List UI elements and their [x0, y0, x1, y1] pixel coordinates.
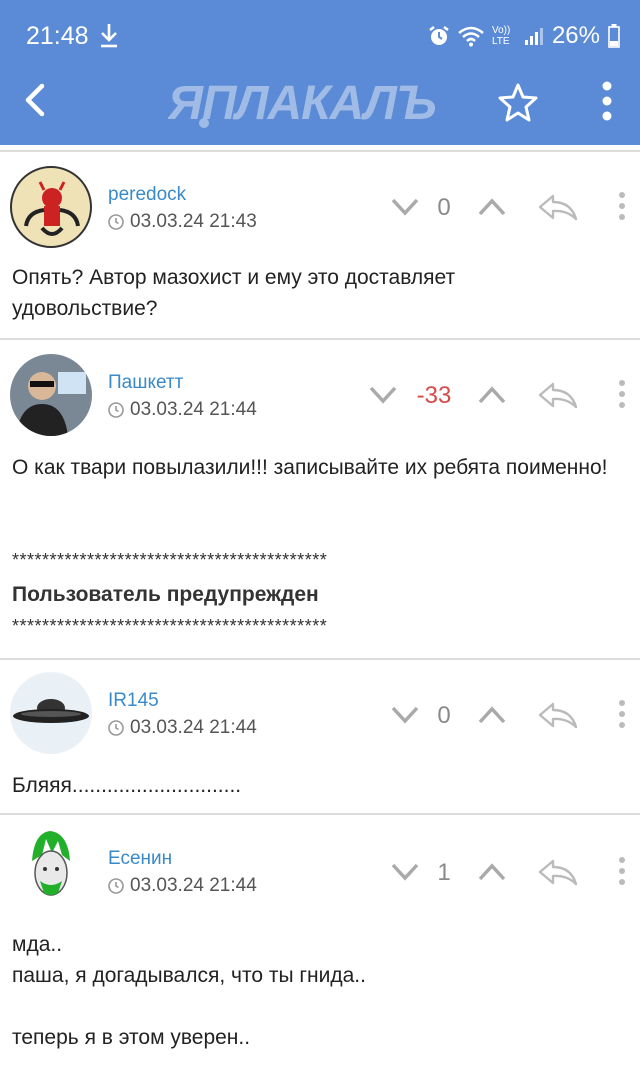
- mohawk-avatar-image: [32, 831, 70, 896]
- stars-divider: ****************************************…: [12, 550, 328, 570]
- vote-score: -33: [416, 382, 452, 409]
- post-menu-icon[interactable]: [617, 699, 627, 729]
- battery-percent: 26%: [551, 22, 600, 49]
- devil-avatar-image: [24, 181, 80, 236]
- post-text: мда.. паша, я догадывался, что ты гнида.…: [12, 933, 366, 1049]
- avatar[interactable]: [10, 354, 92, 436]
- clock-icon: [108, 402, 124, 418]
- lte-indicator: Vo)) LTE: [491, 25, 511, 47]
- status-time: 21:48: [26, 22, 89, 50]
- comment-post: peredock 03.03.24 21:43 0 Опять? Автор м…: [0, 150, 640, 340]
- avatar[interactable]: [10, 166, 92, 248]
- post-date: 03.03.24 21:44: [130, 399, 257, 420]
- user-warning: Пользователь предупрежден: [12, 583, 319, 606]
- username[interactable]: Пашкетт: [108, 372, 183, 394]
- vote-up-icon[interactable]: [477, 861, 507, 883]
- site-logo[interactable]: ЯПЛАКАЛЪ: [168, 73, 473, 129]
- post-timestamp: 03.03.24 21:44: [108, 399, 257, 421]
- username[interactable]: Есенин: [108, 848, 172, 870]
- comment-post: Пашкетт 03.03.24 21:44 -33 О как твари п…: [0, 338, 640, 660]
- post-text: Опять? Автор мазохист и ему это доставля…: [12, 266, 456, 320]
- alarm-icon: [429, 26, 449, 45]
- username[interactable]: IR145: [108, 690, 159, 712]
- avatar[interactable]: [10, 672, 92, 754]
- post-menu-icon[interactable]: [617, 856, 627, 886]
- clock-icon: [108, 720, 124, 736]
- stars-divider: ****************************************…: [12, 616, 328, 636]
- comment-post: Есенин 03.03.24 21:44 1 мда.. паша, я до…: [0, 813, 640, 1072]
- post-timestamp: 03.03.24 21:43: [108, 211, 257, 233]
- comment-post: IR145 03.03.24 21:44 0 Бляяя............…: [0, 658, 640, 815]
- vote-score: 1: [437, 859, 451, 886]
- post-date: 03.03.24 21:44: [130, 717, 257, 738]
- favorite-star-icon[interactable]: [497, 82, 539, 122]
- post-timestamp: 03.03.24 21:44: [108, 875, 257, 897]
- reply-icon[interactable]: [537, 192, 579, 222]
- reply-icon[interactable]: [537, 380, 579, 410]
- post-menu-icon[interactable]: [617, 191, 627, 221]
- avatar[interactable]: [10, 827, 92, 909]
- post-timestamp: 03.03.24 21:44: [108, 717, 257, 739]
- post-date: 03.03.24 21:44: [130, 875, 257, 896]
- download-icon: [101, 24, 117, 48]
- clock-icon: [108, 878, 124, 894]
- post-date: 03.03.24 21:43: [130, 211, 257, 232]
- ufo-avatar-image: [13, 699, 89, 723]
- vote-up-icon[interactable]: [477, 196, 507, 218]
- signal-icon: [524, 28, 543, 45]
- back-arrow-icon[interactable]: [18, 80, 48, 120]
- post-text: О как твари повылазили!!! записывайте их…: [12, 456, 608, 479]
- vote-down-icon[interactable]: [368, 384, 398, 406]
- clock-icon: [108, 214, 124, 230]
- wifi-icon: [458, 26, 484, 47]
- vote-score: 0: [437, 194, 451, 221]
- post-menu-icon[interactable]: [617, 379, 627, 409]
- username[interactable]: peredock: [108, 184, 186, 206]
- status-bar: 21:48 Vo)) LTE 26%: [0, 0, 640, 70]
- reply-icon[interactable]: [537, 700, 579, 730]
- overflow-menu-icon[interactable]: [600, 80, 614, 122]
- man-avatar-image: [16, 372, 86, 436]
- vote-score: 0: [437, 702, 451, 729]
- battery-icon: [608, 24, 620, 48]
- post-text: Бляяя.............................: [12, 774, 242, 797]
- vote-up-icon[interactable]: [477, 704, 507, 726]
- vote-up-icon[interactable]: [477, 384, 507, 406]
- reply-icon[interactable]: [537, 857, 579, 887]
